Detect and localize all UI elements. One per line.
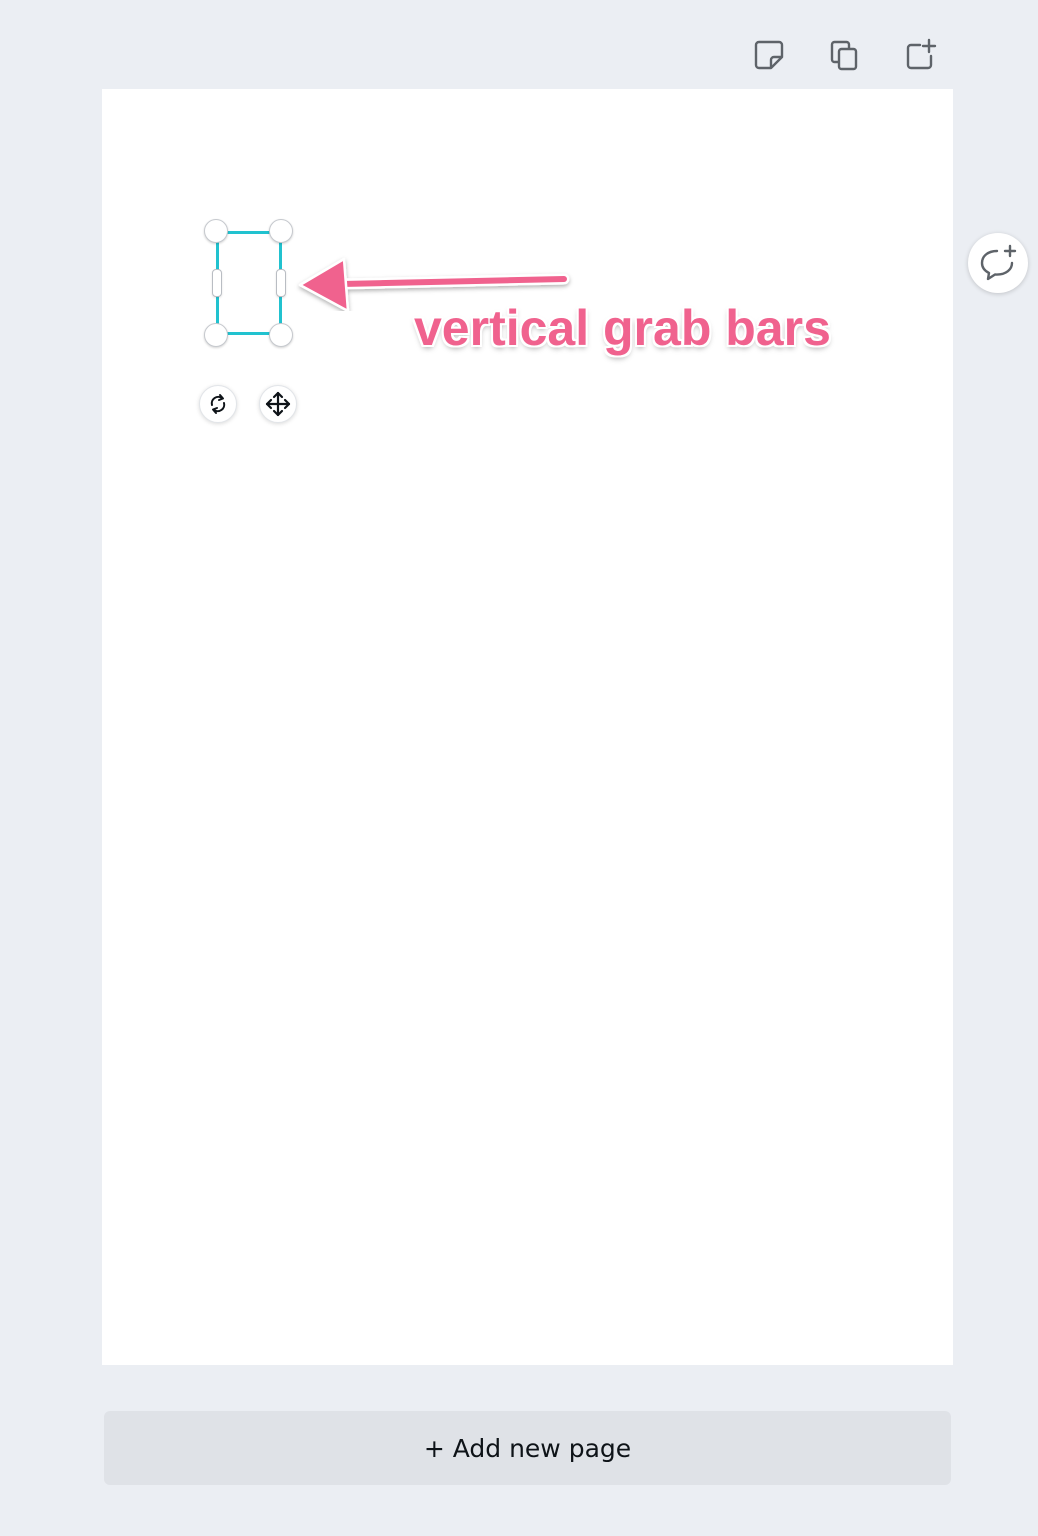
selected-element[interactable] bbox=[216, 231, 282, 335]
editor-workspace: vertical grab bars + Add new page bbox=[0, 0, 1038, 1536]
rotate-icon bbox=[210, 394, 226, 414]
annotation-label: vertical grab bars bbox=[414, 300, 831, 356]
sticky-note-button[interactable] bbox=[748, 34, 790, 76]
grab-bar-left[interactable] bbox=[212, 269, 222, 297]
duplicate-page-button[interactable] bbox=[824, 34, 866, 76]
add-page-button[interactable] bbox=[900, 34, 942, 76]
add-comment-icon bbox=[980, 244, 1017, 281]
add-new-page-button[interactable]: + Add new page bbox=[104, 1411, 951, 1485]
page-toolbar bbox=[744, 34, 944, 76]
move-button[interactable] bbox=[259, 385, 297, 423]
rotate-button[interactable] bbox=[199, 385, 237, 423]
design-page[interactable]: vertical grab bars bbox=[102, 89, 953, 1365]
resize-handle-top-left[interactable] bbox=[204, 219, 228, 243]
resize-handle-bottom-right[interactable] bbox=[269, 323, 293, 347]
add-comment-button[interactable] bbox=[968, 233, 1028, 293]
resize-handle-bottom-left[interactable] bbox=[204, 323, 228, 347]
duplicate-page-icon bbox=[830, 40, 858, 71]
add-page-icon bbox=[906, 38, 937, 70]
move-icon bbox=[265, 391, 291, 417]
sticky-note-icon bbox=[754, 40, 784, 70]
grab-bar-right[interactable] bbox=[276, 269, 286, 297]
resize-handle-top-right[interactable] bbox=[269, 219, 293, 243]
